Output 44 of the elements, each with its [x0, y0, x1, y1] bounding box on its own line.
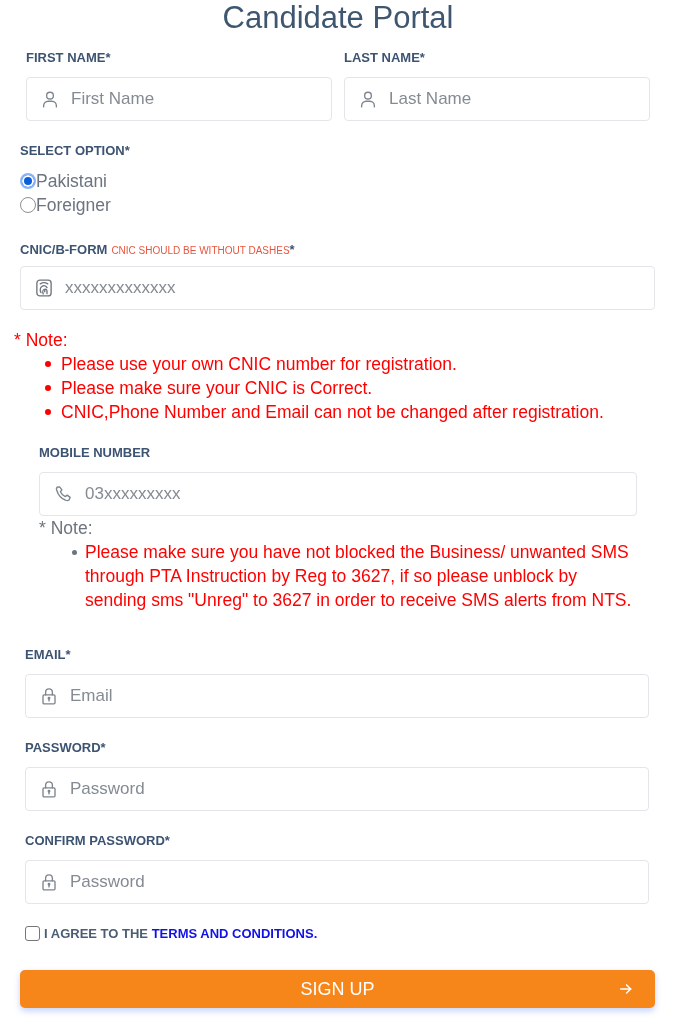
- radio-button[interactable]: [20, 197, 36, 213]
- bullet-icon: [72, 550, 77, 555]
- note-heading: * Note:: [39, 517, 93, 540]
- note-text: CNIC,Phone Number and Email can not be changed after registration.: [61, 401, 604, 424]
- field-label: EMAIL*: [25, 647, 72, 663]
- radio-label[interactable]: Foreigner: [36, 193, 111, 217]
- agreement-text: I AGREE TO THE TERMS AND CONDITIONS.: [44, 925, 318, 944]
- first-name-field[interactable]: First Name: [26, 77, 332, 121]
- lock-icon: [40, 687, 58, 705]
- confirm-password-field[interactable]: Password: [25, 860, 649, 904]
- arrow-right-icon: [619, 982, 633, 996]
- password-field[interactable]: Password: [25, 767, 649, 811]
- user-icon: [359, 90, 377, 108]
- email-field[interactable]: Email: [25, 674, 649, 718]
- last-name-field[interactable]: Last Name: [344, 77, 650, 121]
- cnic-field[interactable]: xxxxxxxxxxxxx: [20, 266, 655, 310]
- field-label: FIRST NAME*: [26, 50, 112, 66]
- required-mark: *: [289, 241, 295, 259]
- bullet-icon: [45, 361, 51, 367]
- hint-text: CNIC SHOULD BE WITHOUT DASHES: [111, 244, 290, 258]
- lock-icon: [40, 873, 58, 891]
- note-text: Please use your own CNIC number for registration.: [61, 353, 457, 376]
- field-label: CNIC/B-FORM: [20, 242, 108, 258]
- page-title: Candidate Portal: [221, 0, 455, 36]
- sign-up-button[interactable]: SIGN UP: [20, 970, 655, 1008]
- field-label: SELECT OPTION*: [20, 143, 131, 159]
- field-label: LAST NAME*: [344, 50, 426, 66]
- note-text: Please make sure you have not blocked the Business/ unwanted SMS through PTA Instruction by Reg to 3627, if so please unblock by sending sms "Unreg" to 3627 in order to receive SMS alerts from NTS.: [85, 541, 633, 612]
- checkbox[interactable]: [25, 925, 40, 941]
- note-heading: * Note:: [14, 329, 69, 352]
- field-label: CONFIRM PASSWORD*: [25, 833, 171, 849]
- fingerprint-icon: [35, 279, 53, 297]
- lock-icon: [40, 780, 58, 798]
- note-text: Please make sure your CNIC is Correct.: [61, 377, 373, 400]
- bullet-icon: [45, 409, 51, 415]
- terms-link[interactable]: TERMS AND CONDITIONS.: [151, 926, 318, 942]
- radio-button[interactable]: [20, 173, 36, 189]
- radio-label[interactable]: Pakistani: [36, 169, 107, 193]
- field-label: PASSWORD*: [25, 740, 107, 756]
- field-label: MOBILE NUMBER: [39, 445, 152, 461]
- phone-icon: [54, 485, 72, 503]
- user-icon: [41, 90, 59, 108]
- bullet-icon: [45, 385, 51, 391]
- mobile-number-field[interactable]: 03xxxxxxxxx: [39, 472, 637, 516]
